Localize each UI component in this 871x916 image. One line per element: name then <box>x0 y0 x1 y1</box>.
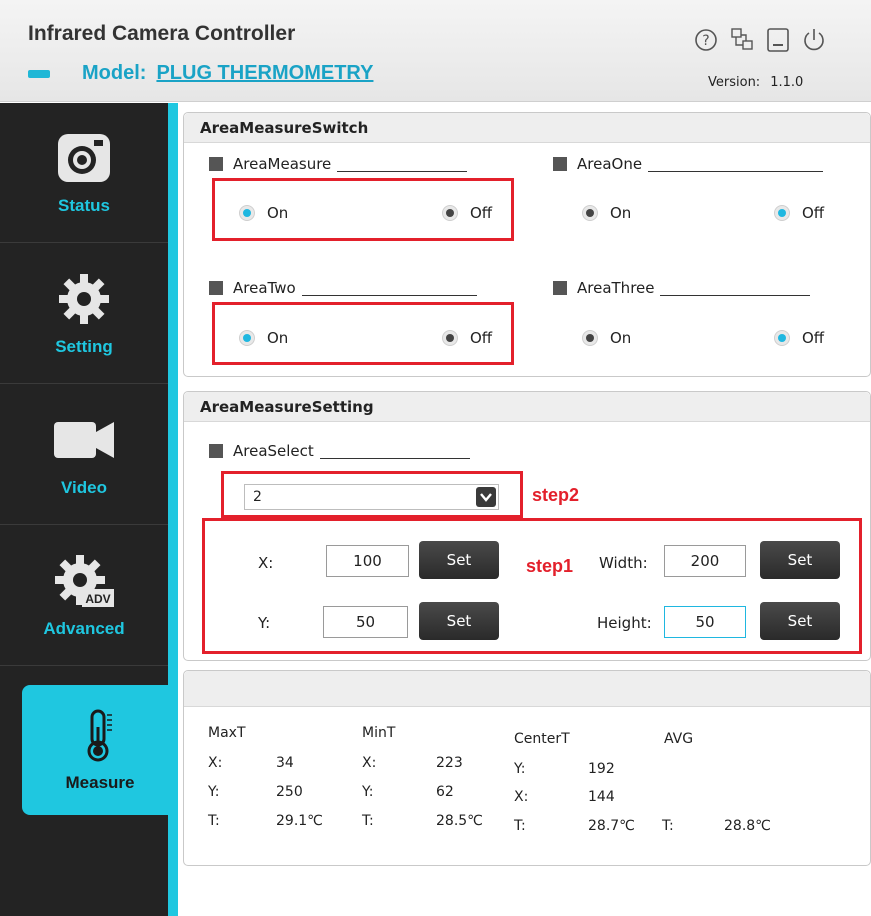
highlight-box-area-select <box>221 471 523 518</box>
mint-t-value: 28.5℃ <box>436 813 483 829</box>
avg-title: AVG <box>664 731 694 747</box>
area-one-on-radio[interactable]: On <box>582 204 631 222</box>
panel-title: AreaMeasureSwitch <box>184 113 870 143</box>
area-one-checkbox-row[interactable]: AreaOne <box>553 155 824 173</box>
area-measure-checkbox-row[interactable]: AreaMeasure <box>209 155 468 173</box>
area-two-checkbox-row[interactable]: AreaTwo <box>209 279 477 297</box>
maxt-x-label: X: <box>208 755 223 771</box>
network-icon[interactable] <box>728 26 756 54</box>
video-camera-icon <box>52 412 116 468</box>
svg-text:?: ? <box>702 33 709 49</box>
mint-x-value: 223 <box>436 755 463 771</box>
title-bar: Infrared Camera Controller Model: PLUG T… <box>0 0 871 102</box>
version-label: Version: <box>708 75 761 90</box>
area-one-label: AreaOne <box>577 155 643 173</box>
area-select-label: AreaSelect <box>233 442 314 460</box>
mint-title: MinT <box>362 725 396 741</box>
highlight-box-area-measure <box>212 178 514 241</box>
model-link[interactable]: PLUG THERMOMETRY <box>156 62 373 85</box>
area-three-off-radio[interactable]: Off <box>774 329 824 347</box>
maxt-t-value: 29.1℃ <box>276 813 323 829</box>
thermometer-icon <box>82 707 118 763</box>
version-info: Version: 1.1.0 <box>708 75 803 90</box>
area-two-label: AreaTwo <box>233 279 296 297</box>
area-three-label: AreaThree <box>577 279 655 297</box>
highlight-box-position-size <box>202 518 862 654</box>
area-two-checkbox[interactable] <box>209 281 223 295</box>
camera-icon <box>56 130 112 186</box>
sidebar-item-status[interactable]: Status <box>0 103 168 243</box>
version-value: 1.1.0 <box>770 75 804 90</box>
area-one-checkbox[interactable] <box>553 157 567 171</box>
maxt-t-label: T: <box>208 813 220 829</box>
centert-y-value: 192 <box>588 761 615 777</box>
centert-t-label: T: <box>514 818 526 834</box>
centert-title: CenterT <box>514 731 570 747</box>
highlight-box-area-two <box>212 302 514 365</box>
centert-x-value: 144 <box>588 789 615 805</box>
maxt-x-value: 34 <box>276 755 294 771</box>
adv-icon-text: ADV <box>85 592 110 606</box>
results-panel-header <box>184 671 870 707</box>
mint-x-label: X: <box>362 755 377 771</box>
app-title: Infrared Camera Controller <box>28 22 296 45</box>
gear-adv-icon: ADV <box>52 553 116 609</box>
mint-y-value: 62 <box>436 784 454 800</box>
sidebar-item-setting[interactable]: Setting <box>0 244 168 384</box>
mint-y-label: Y: <box>362 784 374 800</box>
power-icon[interactable] <box>800 26 828 54</box>
avg-t-label: T: <box>662 818 674 834</box>
sidebar-item-video[interactable]: Video <box>0 385 168 525</box>
area-one-off-radio[interactable]: Off <box>774 204 824 222</box>
area-three-on-radio[interactable]: On <box>582 329 631 347</box>
sidebar-item-label: Advanced <box>43 618 125 638</box>
area-select-checkbox[interactable] <box>209 444 223 458</box>
maxt-title: MaxT <box>208 725 246 741</box>
area-three-checkbox-row[interactable]: AreaThree <box>553 279 811 297</box>
maxt-y-label: Y: <box>208 784 220 800</box>
minimize-icon[interactable] <box>764 26 792 54</box>
sidebar-item-label: Video <box>61 477 107 497</box>
centert-t-value: 28.7℃ <box>588 818 635 834</box>
step1-annotation: step1 <box>526 556 574 576</box>
help-icon[interactable]: ? <box>692 26 720 54</box>
avg-t-value: 28.8℃ <box>724 818 771 834</box>
area-measure-checkbox[interactable] <box>209 157 223 171</box>
window-controls: ? <box>692 26 828 54</box>
model-row: Model: PLUG THERMOMETRY <box>28 62 373 85</box>
menu-bar-icon[interactable] <box>28 69 50 78</box>
mint-t-label: T: <box>362 813 374 829</box>
area-select-checkbox-row[interactable]: AreaSelect <box>209 442 470 460</box>
measure-results-panel: MaxT X: 34 Y: 250 T: 29.1℃ MinT X: 223 Y… <box>183 670 871 866</box>
sidebar-item-label: Measure <box>65 773 135 792</box>
centert-y-label: Y: <box>514 761 526 777</box>
maxt-y-value: 250 <box>276 784 303 800</box>
step2-annotation: step2 <box>532 485 580 505</box>
sidebar-item-measure[interactable]: Measure <box>22 685 178 815</box>
area-measure-label: AreaMeasure <box>233 155 332 173</box>
panel-title: AreaMeasureSetting <box>184 392 870 422</box>
sidebar-item-label: Status <box>58 195 110 215</box>
gear-icon <box>57 271 111 327</box>
centert-x-label: X: <box>514 789 529 805</box>
model-label: Model: <box>82 62 147 84</box>
sidebar-item-advanced[interactable]: ADV Advanced <box>0 526 168 666</box>
area-three-checkbox[interactable] <box>553 281 567 295</box>
sidebar-item-label: Setting <box>55 336 113 356</box>
